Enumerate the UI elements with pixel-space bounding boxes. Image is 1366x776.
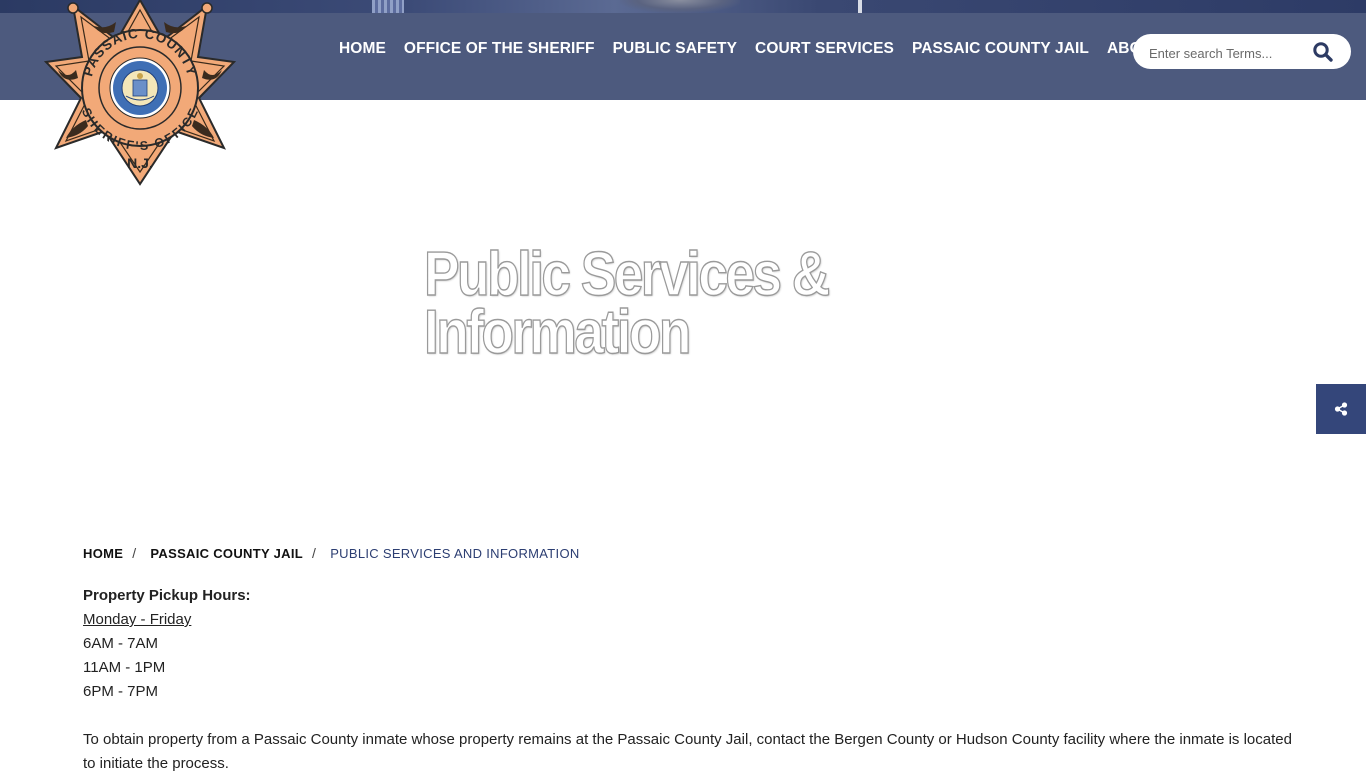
breadcrumb-passaic-county-jail[interactable]: PASSAIC COUNTY JAIL — [150, 546, 303, 561]
search-input[interactable] — [1147, 42, 1311, 64]
nav-court-services[interactable]: COURT SERVICES — [746, 40, 903, 58]
page-hero-title: Public Services & Information — [423, 240, 871, 367]
breadcrumb: HOME / PASSAIC COUNTY JAIL / PUBLIC SERV… — [83, 545, 580, 561]
statue-image — [620, 0, 740, 13]
search-icon[interactable] — [1311, 40, 1335, 64]
sheriff-badge-logo[interactable]: PASSAIC COUNTY SHERIFF'S OFFICE N.J. — [43, 0, 237, 188]
nav-passaic-county-jail[interactable]: PASSAIC COUNTY JAIL — [903, 40, 1098, 58]
pickup-days: Monday - Friday — [83, 611, 192, 628]
nav-home[interactable]: HOME — [330, 40, 395, 58]
share-icon — [1334, 402, 1348, 416]
property-instructions-paragraph: To obtain property from a Passaic County… — [83, 731, 1292, 772]
badge-text-state: N.J. — [127, 155, 153, 171]
breadcrumb-separator: / — [132, 545, 137, 561]
search-box — [1133, 34, 1351, 69]
share-button[interactable] — [1316, 384, 1366, 434]
breadcrumb-separator: / — [311, 545, 317, 561]
pickup-hours-3: 6PM - 7PM — [83, 683, 159, 700]
breadcrumb-home[interactable]: HOME — [83, 546, 123, 561]
breadcrumb-current: PUBLIC SERVICES AND INFORMATION — [330, 545, 580, 561]
main-content: Property Pickup Hours: Monday - Friday 6… — [83, 584, 1293, 776]
nav-menu: HOME OFFICE OF THE SHERIFF PUBLIC SAFETY… — [330, 40, 1198, 58]
nav-public-safety[interactable]: PUBLIC SAFETY — [604, 40, 746, 58]
property-pickup-heading: Property Pickup Hours: — [83, 587, 251, 604]
hero-title-line2: Information — [423, 298, 692, 367]
pole-image — [858, 0, 862, 13]
flag-image — [372, 0, 404, 13]
hero-title-line1: Public Services & — [423, 240, 830, 309]
pickup-hours-2: 11AM - 1PM — [83, 659, 166, 676]
nav-office-of-the-sheriff[interactable]: OFFICE OF THE SHERIFF — [395, 40, 604, 58]
pickup-hours-1: 6AM - 7AM — [83, 635, 159, 652]
